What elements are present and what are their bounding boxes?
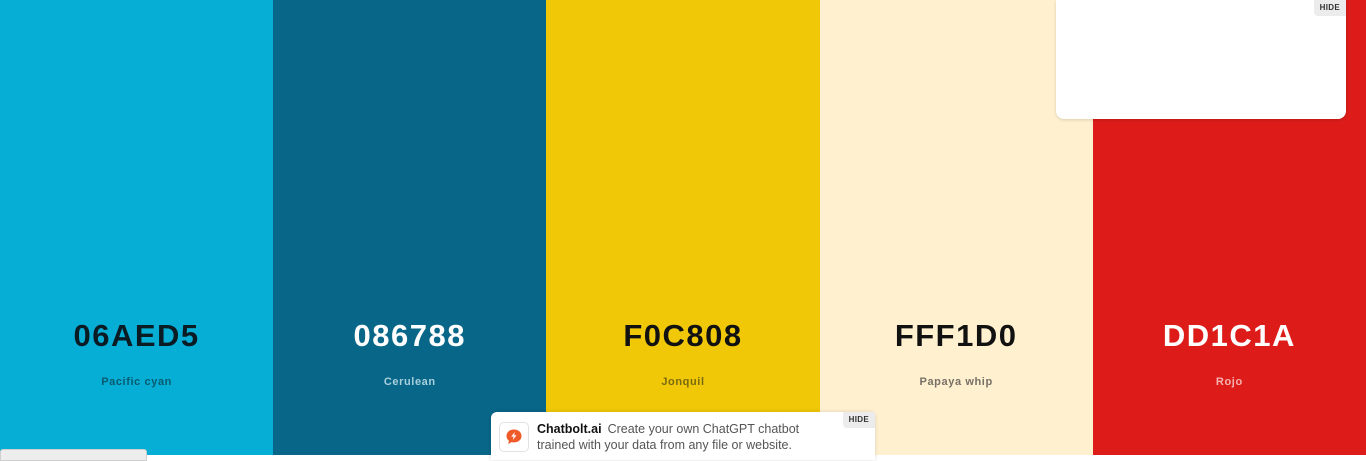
swatch-color-name: Papaya whip: [919, 376, 993, 388]
swatch-color-name: Cerulean: [383, 376, 436, 388]
chatbolt-logo-icon: [499, 422, 529, 452]
swatch-hex-code[interactable]: 086788: [273, 318, 546, 354]
chatbolt-brand[interactable]: Chatbolt.ai: [537, 422, 602, 436]
swatch-hex-code[interactable]: F0C808: [546, 318, 819, 354]
swatch-papaya-whip[interactable]: FFF1D0 Papaya whip: [819, 0, 1093, 455]
swatch-pacific-cyan[interactable]: 06AED5 Pacific cyan: [0, 0, 274, 455]
swatch-jonquil[interactable]: F0C808 Jonquil: [546, 0, 820, 455]
swatch-hex-code[interactable]: FFF1D0: [820, 318, 1093, 354]
swatch-color-name: Rojo: [1215, 376, 1243, 388]
chatbolt-line1: Create your own ChatGPT chatbot: [607, 422, 800, 436]
swatch-color-name: Pacific cyan: [101, 376, 172, 388]
swatch-color-name: Jonquil: [661, 376, 705, 388]
bottom-edge-tab[interactable]: [0, 449, 147, 461]
swatch-cerulean[interactable]: 086788 Cerulean: [273, 0, 547, 455]
chatbolt-line2: trained with your data from any file or …: [537, 438, 792, 452]
hide-chatbolt-button[interactable]: HIDE: [842, 412, 875, 428]
chatbolt-ad-text: Chatbolt.ai Create your own ChatGPT chatb…: [537, 421, 837, 453]
hide-ad-button[interactable]: HIDE: [1313, 0, 1346, 16]
swatch-hex-code[interactable]: DD1C1A: [1093, 318, 1366, 354]
swatch-hex-code[interactable]: 06AED5: [0, 318, 273, 354]
ad-panel: HIDE: [1056, 0, 1346, 119]
chatbolt-logo-svg: [506, 429, 522, 444]
chatbolt-ad-banner[interactable]: Chatbolt.ai Create your own ChatGPT chatb…: [491, 412, 875, 460]
